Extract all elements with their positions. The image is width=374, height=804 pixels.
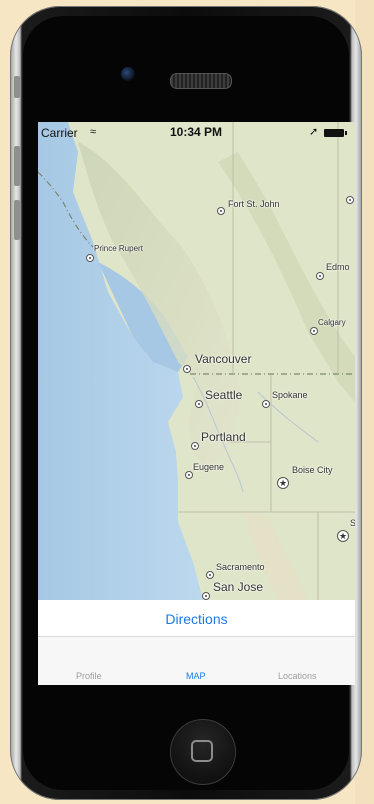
tab-profile[interactable]: Profile [76, 671, 102, 681]
location-arrow-icon: ➚ [309, 126, 319, 138]
city-label-spokane: Spokane [272, 390, 308, 400]
city-label-calgary: Calgary [318, 318, 346, 327]
map-pin-portland[interactable] [191, 442, 199, 450]
map-pin-sacramento[interactable] [206, 571, 214, 579]
map-pin-san-jose[interactable] [202, 592, 210, 600]
capital-star-icon-east[interactable]: ★ [337, 530, 349, 542]
home-button[interactable] [170, 719, 236, 785]
mute-switch [14, 76, 20, 98]
map-pin-edmonton[interactable] [316, 272, 324, 280]
city-label-edmonton: Edmo [326, 262, 350, 272]
map-pin-spokane[interactable] [262, 400, 270, 408]
map-pin-prince-rupert[interactable] [86, 254, 94, 262]
city-label-eugene: Eugene [193, 462, 225, 472]
city-label-cut: S [350, 518, 355, 528]
front-camera [121, 67, 135, 81]
city-label-portland: Portland [201, 430, 246, 444]
home-square-icon [191, 740, 213, 762]
map-pin-eugene[interactable] [185, 471, 193, 479]
status-bar: Carrier ≈ 10:34 PM ➚ [38, 122, 355, 142]
tab-bar: Profile MAP Locations [38, 637, 355, 685]
city-label-boise-city: Boise City [292, 465, 333, 475]
map-pin-calgary[interactable] [310, 327, 318, 335]
tab-locations[interactable]: Locations [278, 671, 317, 681]
volume-up-button [14, 146, 20, 186]
earpiece-speaker [170, 73, 232, 89]
directions-bar: Directions [38, 600, 355, 637]
map-pin-vancouver[interactable] [183, 365, 191, 373]
capital-star-icon-boise[interactable]: ★ [277, 477, 289, 489]
city-label-fort-st-john: Fort St. John [228, 199, 280, 209]
carrier-label: Carrier [41, 126, 78, 140]
directions-button[interactable]: Directions [165, 611, 227, 627]
city-label-prince-rupert: Prince Rupert [94, 244, 143, 253]
volume-down-button [14, 200, 20, 240]
city-label-vancouver: Vancouver [195, 352, 252, 366]
battery-icon [324, 129, 347, 137]
app-screen: Carrier ≈ 10:34 PM ➚ Fort St. John Princ… [38, 122, 355, 685]
wifi-icon: ≈ [90, 126, 97, 138]
map-pin-east-edge[interactable] [346, 196, 354, 204]
status-time: 10:34 PM [170, 125, 223, 139]
map-pin-fort-st-john[interactable] [217, 207, 225, 215]
map-view[interactable]: Carrier ≈ 10:34 PM ➚ Fort St. John Princ… [38, 122, 355, 600]
map-pin-seattle[interactable] [195, 400, 203, 408]
city-label-san-jose: San Jose [213, 580, 264, 594]
tab-map[interactable]: MAP [186, 671, 206, 681]
city-label-seattle: Seattle [205, 388, 243, 402]
city-label-sacramento: Sacramento [216, 562, 265, 572]
